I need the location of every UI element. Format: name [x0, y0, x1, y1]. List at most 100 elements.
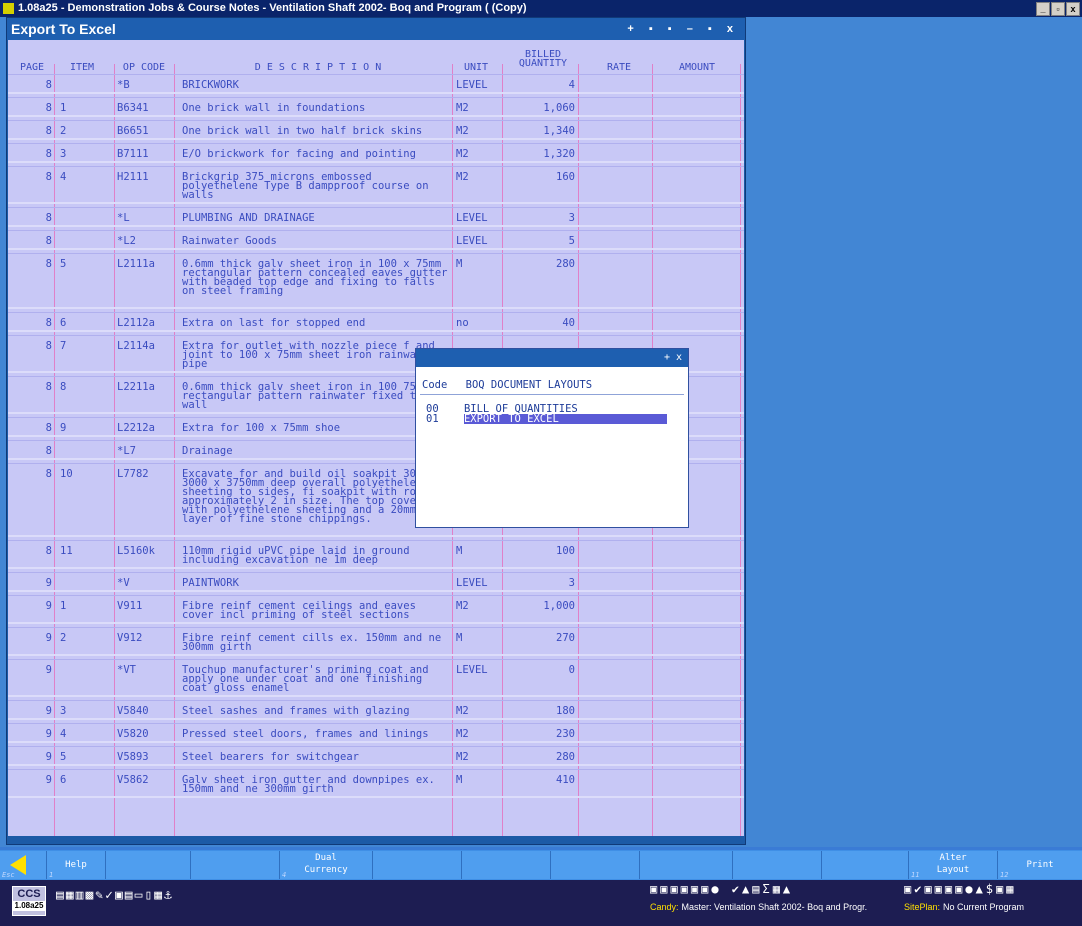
col-rate[interactable]: RATE	[586, 62, 652, 73]
candy-text: Master: Ventilation Shaft 2002- Boq and …	[681, 902, 868, 912]
popup-divider	[420, 394, 684, 395]
layouts-popup: + x Code BOQ DOCUMENT LAYOUTS 00 BILL OF…	[415, 348, 689, 528]
siteplan-icons[interactable]: ▣✔▣▣▣▣●▲$▣▦	[904, 882, 1082, 896]
help-button[interactable]: Help 1	[47, 851, 106, 879]
window-title: Export To Excel	[11, 21, 116, 37]
row-band	[8, 161, 744, 163]
row-page: 8	[45, 317, 52, 329]
row-item: 6	[60, 774, 67, 786]
table-row[interactable]: 8 2 B6651 One brick wall in two half brick …	[8, 120, 744, 143]
row-band	[8, 330, 744, 332]
row-quantity: 40	[562, 317, 575, 329]
fkey-number: 11	[911, 871, 920, 879]
fkey-blank[interactable]	[191, 851, 280, 879]
row-band	[8, 225, 744, 227]
version-label: 1.08a25	[13, 901, 45, 911]
table-row[interactable]: 9 6 V5862 Galv sheet iron gutter and downpi…	[8, 769, 744, 801]
row-opcode: L7782	[117, 468, 149, 480]
table-row[interactable]: 8 1 B6341 One brick wall in foundations M2 1,…	[8, 97, 744, 120]
fkey-blank[interactable]	[106, 851, 191, 879]
fkey-blank[interactable]	[733, 851, 822, 879]
fkey-number: 1	[49, 871, 54, 879]
col-page[interactable]: PAGE	[12, 62, 52, 73]
row-opcode: *B	[117, 79, 130, 91]
row-quantity: 280	[556, 258, 575, 270]
table-row[interactable]: 8 4 H2111 Brickgrip 375 microns embossed po…	[8, 166, 744, 207]
table-row[interactable]: 8 3 B7111 E/O brickwork for facing and poin…	[8, 143, 744, 166]
fkey-blank[interactable]	[462, 851, 551, 879]
window-controls[interactable]: + ▪ ▪ – ▪ x	[627, 18, 739, 40]
row-unit: M2	[456, 751, 469, 763]
row-description: Touchup manufacturer's priming coat and …	[182, 664, 429, 694]
row-opcode: L2212a	[117, 422, 155, 434]
table-row[interactable]: 8 *B BRICKWORK LEVEL 4	[8, 74, 744, 97]
row-opcode: *L7	[117, 445, 136, 457]
row-description: BRICKWORK	[182, 79, 239, 91]
minimize-icon[interactable]: _	[1036, 2, 1050, 16]
row-description: One brick wall in two half brick skins	[182, 125, 423, 137]
fkey-blank[interactable]	[373, 851, 462, 879]
row-description: Brickgrip 375 microns embossed polyethel…	[182, 171, 429, 201]
row-description: Fibre reinf cement ceilings and eaves co…	[182, 600, 416, 621]
popup-titlebar[interactable]: + x	[416, 349, 688, 367]
table-row[interactable]: 9 2 V912 Fibre reinf cement cills ex. 150mm…	[8, 627, 744, 659]
siteplan-status: SitePlan: No Current Program	[904, 902, 1082, 912]
candy-status: Candy: Master: Ventilation Shaft 2002- Bo…	[650, 902, 892, 912]
row-opcode: V912	[117, 632, 143, 644]
row-unit: M2	[456, 102, 469, 114]
row-description: Excavate for and build oil soakpit 3000 …	[182, 468, 442, 525]
table-row[interactable]: 8 6 L2112a Extra on last for stopped end no 4…	[8, 312, 744, 335]
table-row[interactable]: 9 1 V911 Fibre reinf cement ceilings and ea…	[8, 595, 744, 627]
row-page: 9	[45, 705, 52, 717]
toolbar-icons[interactable]: ▤▦▥▩✎✓▣▤▭▯▦⚓	[56, 888, 174, 903]
row-item: 3	[60, 705, 67, 717]
dual-label: Dual	[315, 853, 337, 863]
print-button[interactable]: Print 12	[998, 851, 1082, 879]
fkey-blank[interactable]	[551, 851, 640, 879]
currency-label: Currency	[304, 865, 348, 875]
row-unit: M2	[456, 600, 469, 612]
restore-icon[interactable]: ▫	[1051, 2, 1065, 16]
table-row[interactable]: 9 *V PAINTWORK LEVEL 3	[8, 572, 744, 595]
table-row[interactable]: 9 5 V5893 Steel bearers for switchgear M2 280	[8, 746, 744, 769]
table-row[interactable]: 9 *VT Touchup manufacturer's priming coat …	[8, 659, 744, 700]
candy-label: Candy:	[650, 902, 679, 912]
row-description: Pressed steel doors, frames and linings	[182, 728, 429, 740]
alter-label: Alter	[939, 853, 967, 863]
col-opcode[interactable]: OP CODE	[116, 62, 172, 73]
dual-currency-button[interactable]: Dual Currency 4	[280, 851, 373, 879]
fkey-blank[interactable]	[640, 851, 733, 879]
ccs-logo[interactable]: CCS 1.08a25	[12, 886, 46, 916]
siteplan-panel: ▣✔▣▣▣▣●▲$▣▦ SitePlan: No Current Program	[904, 882, 1082, 924]
col-item[interactable]: ITEM	[62, 62, 102, 73]
alter-layout-button[interactable]: Alter Layout 11	[909, 851, 998, 879]
col-description[interactable]: D E S C R I P T I O N	[198, 62, 438, 73]
layout-option-selected[interactable]: 01 EXPORT TO EXCEL	[426, 414, 678, 424]
esc-button[interactable]: Esc	[0, 851, 47, 879]
row-page: 8	[45, 545, 52, 557]
table-row[interactable]: 9 4 V5820 Pressed steel doors, frames and l…	[8, 723, 744, 746]
row-page: 8	[45, 148, 52, 160]
fkey-blank[interactable]	[822, 851, 909, 879]
row-item: 7	[60, 340, 67, 352]
candy-icons[interactable]: ▣▣▣▣▣▣● ✔▲▤Σ▦▲	[650, 882, 892, 896]
col-unit[interactable]: UNIT	[454, 62, 498, 73]
row-description: E/O brickwork for facing and pointing	[182, 148, 416, 160]
row-unit: LEVEL	[456, 577, 488, 589]
row-opcode: L2211a	[117, 381, 155, 393]
row-opcode: *L2	[117, 235, 136, 247]
row-quantity: 160	[556, 171, 575, 183]
row-unit: LEVEL	[456, 212, 488, 224]
table-row[interactable]: 8 *L2 Rainwater Goods LEVEL 5	[8, 230, 744, 253]
table-row[interactable]: 8 11 L5160k 110mm rigid uPVC pipe laid in g…	[8, 540, 744, 572]
row-item: 5	[60, 258, 67, 270]
row-band	[8, 590, 744, 592]
row-unit: M2	[456, 148, 469, 160]
row-opcode: L2111a	[117, 258, 155, 270]
col-quantity[interactable]: QUANTITY	[508, 58, 578, 69]
table-row[interactable]: 8 5 L2111a 0.6mm thick galv sheet iron in 1…	[8, 253, 744, 312]
table-row[interactable]: 9 3 V5840 Steel sashes and frames with glaz…	[8, 700, 744, 723]
close-icon[interactable]: x	[1066, 2, 1080, 16]
col-amount[interactable]: AMOUNT	[654, 62, 740, 73]
table-row[interactable]: 8 *L PLUMBING AND DRAINAGE LEVEL 3	[8, 207, 744, 230]
